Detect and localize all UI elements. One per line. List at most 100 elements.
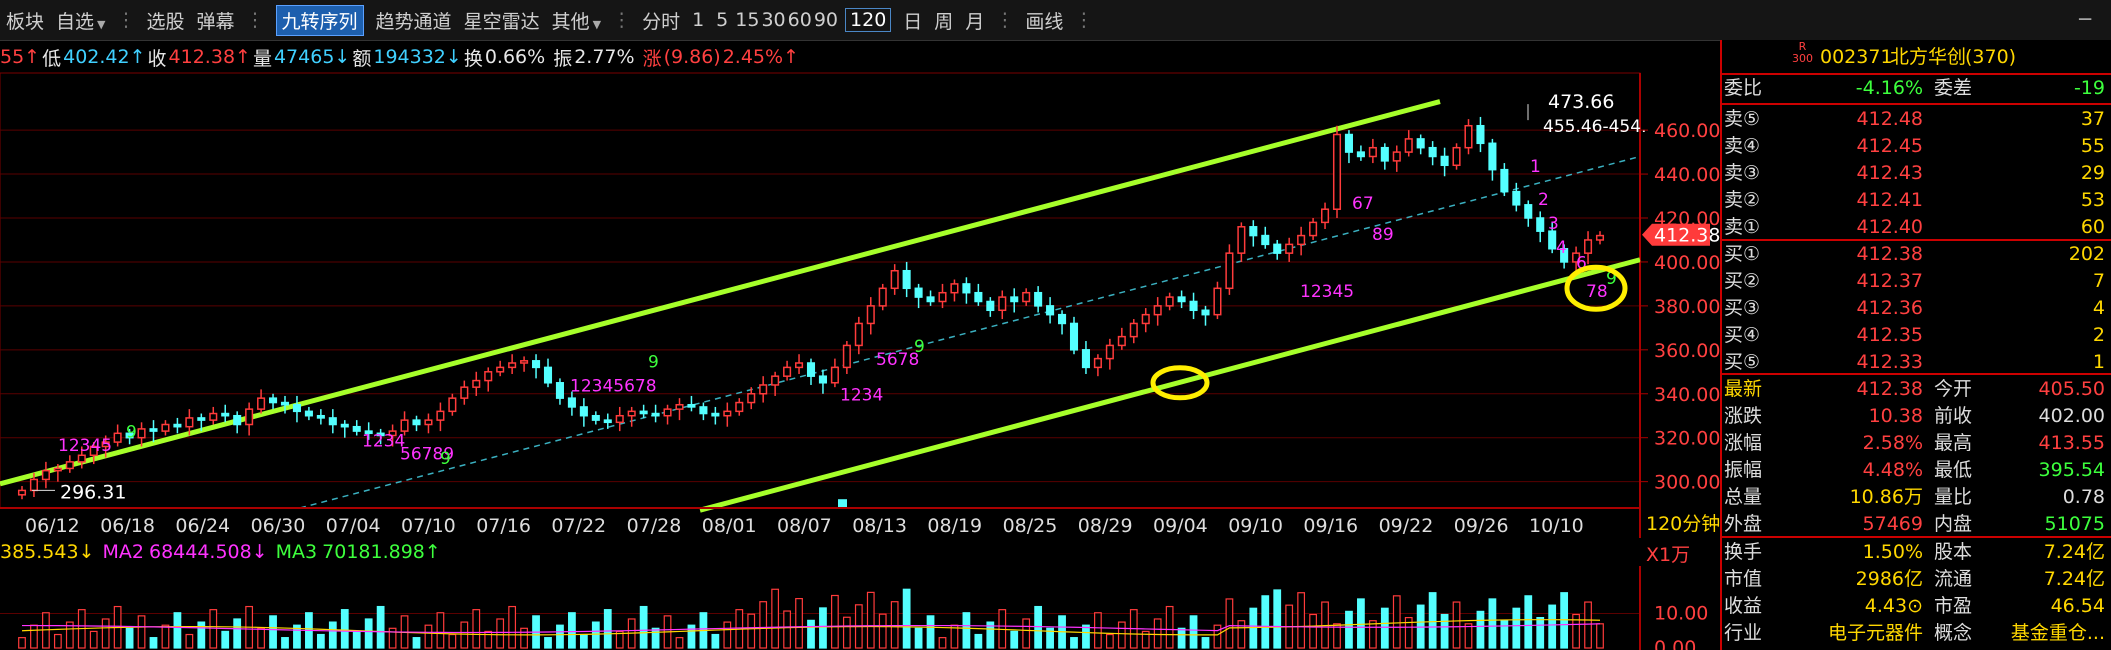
stat-value: 57469 [1862, 513, 1923, 535]
vol-bar-up [1309, 613, 1317, 649]
candle-up [735, 401, 744, 413]
vol-bar-up [675, 637, 684, 649]
bid-price: 412.38 [1856, 243, 1923, 265]
candle-up [137, 428, 146, 439]
tb-period-1[interactable]: 1 [692, 9, 704, 31]
stat-row[interactable]: 换手 1.50% 股本 7.24亿 [1722, 539, 2111, 566]
ask-row[interactable]: 卖③ 412.43 29 [1722, 160, 2111, 187]
tb-week[interactable]: 周 [934, 7, 953, 34]
tb-period-120[interactable]: 120 [845, 8, 892, 32]
tb-month[interactable]: 月 [965, 7, 984, 34]
candle-up [17, 489, 27, 496]
candle-down [1512, 190, 1521, 206]
td-seq-e: 1234 [840, 385, 883, 405]
vol-bar-up [185, 633, 194, 649]
volume-chart[interactable]: 10.00 0.00 [0, 566, 1720, 650]
bid-row[interactable]: 买① 412.38 202 [1722, 241, 2111, 268]
candle-down [1261, 234, 1270, 246]
ask-row[interactable]: 卖⑤ 412.48 37 [1722, 106, 2111, 133]
window-minimize-icon[interactable]: ─ [2072, 6, 2098, 32]
tb-xuangu[interactable]: 选股 [147, 7, 185, 34]
panel-divider [1722, 536, 2111, 538]
tb-xingkong[interactable]: 星空雷达 [464, 7, 540, 34]
candle-up [508, 362, 517, 369]
vol-bar-up [508, 605, 517, 649]
td-seq-g: 12345 [1300, 282, 1354, 302]
tb-danmu[interactable]: 弹幕 [197, 7, 235, 34]
candle-down [902, 269, 911, 290]
tb-qita[interactable]: 其他 ▼ [552, 7, 601, 34]
stat-row[interactable]: 市值 2986亿 流通 7.24亿 [1722, 566, 2111, 593]
ask-row[interactable]: 卖④ 412.45 55 [1722, 133, 2111, 160]
vol-bar-up [496, 618, 505, 649]
candle-down [233, 414, 242, 426]
candlestick-chart[interactable]: 473.66455.46-454.296.31123459 12345678991… [0, 40, 1720, 538]
tb-day[interactable]: 日 [903, 7, 922, 34]
tb-period-90[interactable]: 90 [814, 9, 838, 31]
tb-period-30[interactable]: 30 [761, 9, 785, 31]
y-tick-label: 460.00 [1654, 120, 1720, 142]
candle-down [1177, 296, 1186, 303]
candle-up [65, 461, 74, 470]
vol-bar-down [639, 605, 648, 649]
stat-row[interactable]: 外盘 57469 内盘 51075 [1722, 511, 2111, 538]
stat-label: 涨跌 [1724, 405, 1763, 427]
stat-row[interactable]: 行业 电子元器件 概念 基金重仓... [1722, 620, 2111, 647]
candle-up [771, 375, 780, 386]
tb-period-5[interactable]: 5 [716, 9, 728, 31]
vol-bar-down [1261, 595, 1270, 649]
vol-bar-up [831, 594, 839, 649]
tb-jiuzhuan[interactable]: 九转序列 [275, 4, 364, 36]
candle-up [53, 467, 62, 472]
tb-fenshi[interactable]: 分时 [642, 7, 680, 34]
vol-bar-up [520, 627, 528, 649]
tb-period-60[interactable]: 60 [788, 9, 812, 31]
candle-up [257, 397, 266, 410]
stat-row[interactable]: 涨幅 2.58% 最高 413.55 [1722, 430, 2111, 457]
tb-qushi[interactable]: 趋势通道 [376, 7, 452, 34]
vol-bar-down [1548, 604, 1557, 649]
stat-label: 今开 [1934, 378, 1973, 400]
stat-row[interactable]: 振幅 4.48% 最低 395.54 [1722, 457, 2111, 484]
bid-row[interactable]: 买② 412.37 7 [1722, 268, 2111, 295]
candle-down [926, 296, 935, 303]
ask-volume: 53 [2080, 189, 2105, 211]
x-tick-label: 08/29 [1078, 515, 1133, 537]
candle-down [986, 300, 995, 312]
tb-bankuai[interactable]: 板块 [6, 7, 44, 34]
stat-row[interactable]: 最新 412.38 今开 405.50 [1722, 376, 2111, 403]
bid-row[interactable]: 买⑤ 412.33 1 [1722, 349, 2111, 376]
bid-price: 412.37 [1856, 270, 1923, 292]
stat-row[interactable]: 总量 10.86万 量比 0.78 [1722, 484, 2111, 511]
tb-period-15[interactable]: 15 [735, 9, 759, 31]
x-tick-label: 07/28 [627, 515, 682, 537]
x-tick-label: 07/10 [401, 515, 456, 537]
candle-down [532, 360, 541, 369]
vol-bar-down [1440, 613, 1449, 649]
vol-bar-down [149, 637, 158, 649]
candle-up [759, 384, 768, 395]
tb-draw-line[interactable]: 画线 [1025, 7, 1063, 34]
stock-header: R 300 002371 北方华创 (370) [1722, 41, 2111, 71]
x-tick-label: 10/10 [1529, 515, 1584, 537]
candle-down [914, 287, 923, 298]
stock-code: 002371 [1820, 46, 1893, 68]
vol-bar-down [962, 612, 971, 649]
ask-price: 412.48 [1856, 108, 1923, 130]
ask-row[interactable]: 卖② 412.41 53 [1722, 187, 2111, 214]
candle-down [1380, 146, 1389, 162]
candle-up [1141, 313, 1150, 325]
bid-row[interactable]: 买③ 412.36 4 [1722, 295, 2111, 322]
tb-zixuan[interactable]: 自选 ▼ [56, 7, 105, 34]
board-badge: R 300 [1792, 41, 1813, 65]
candle-down [543, 366, 553, 384]
candle-down [1010, 296, 1019, 303]
ask-row[interactable]: 卖① 412.40 60 [1722, 214, 2111, 241]
range-marker-label: 455.46-454. [1543, 117, 1646, 137]
stat-row[interactable]: 涨跌 10.38 前收 402.00 [1722, 403, 2111, 430]
stat-row[interactable]: 收益 4.43⊙ 市盈 46.54 [1722, 593, 2111, 620]
stat-value: 405.50 [2038, 378, 2105, 400]
ask-price: 412.43 [1856, 162, 1923, 184]
bid-row[interactable]: 买④ 412.35 2 [1722, 322, 2111, 349]
vol-bar-down [1488, 598, 1497, 649]
